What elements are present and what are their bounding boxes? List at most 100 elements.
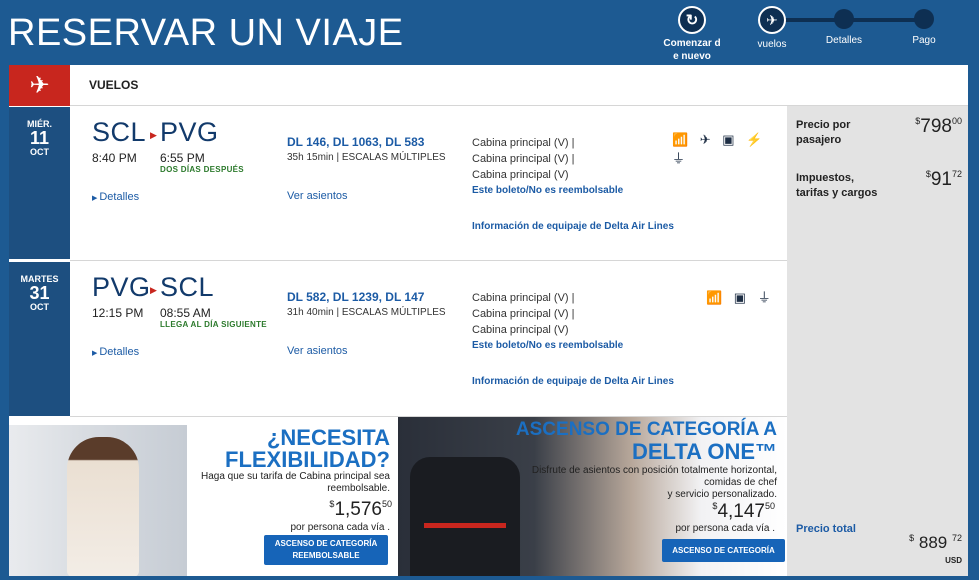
depart-time: 8:40 PM: [92, 151, 137, 165]
promo-title-line: ¿NECESITA: [266, 425, 390, 450]
price-cents: 50: [381, 499, 392, 509]
step-payment: Pago: [894, 6, 954, 46]
traveler-figure: [67, 437, 139, 576]
stops: ESCALAS MÚLTIPLES: [341, 152, 446, 163]
seat-trim: [424, 523, 506, 528]
promo-text-line: Haga que su tarifa de Cabina principal s…: [200, 471, 390, 482]
label-line: tarifas y cargos: [796, 187, 878, 199]
restart-label-2: e nuevo: [673, 51, 711, 62]
price-whole: 1,576: [334, 499, 382, 520]
step-flights: ✈ vuelos: [742, 6, 802, 50]
arrive-note: LLEGA AL DÍA SIGUIENTE: [160, 320, 267, 329]
promo-description: Disfrute de asientos con posición totalm…: [532, 465, 777, 501]
traveler-photo: [9, 425, 187, 576]
restart-icon: ↻: [678, 6, 706, 34]
restart-label: Comenzar d: [663, 38, 721, 49]
refund-policy-link[interactable]: Este boleto/No es reembolsable: [472, 340, 623, 351]
cabin-list: Cabina principal (V) | Cabina principal …: [472, 135, 575, 183]
section-title: VUELOS: [89, 78, 139, 92]
seat-photo: [410, 457, 520, 576]
total-price: $ 889 72: [909, 533, 962, 553]
promo-price: $1,57650: [329, 499, 392, 521]
step-label: vuelos: [757, 39, 787, 50]
date-badge-return: MARTES 31 OCT: [9, 262, 70, 416]
promo-title: ¿NECESITA FLEXIBILIDAD?: [225, 427, 390, 471]
restart-button[interactable]: ↻ Comenzar d e nuevo: [655, 6, 729, 63]
duration: 31h 40min: [287, 307, 334, 318]
price-cents: 72: [951, 169, 962, 179]
promo-text-line: reembolsable.: [327, 483, 390, 494]
trip-panel: ✈ VUELOS MIÉR. 11 OCT SCL ▶ PVG 8:40 PM …: [9, 65, 968, 576]
price-per-passenger-label: Precio por pasajero: [796, 118, 850, 148]
promo-flexibility: ¿NECESITA FLEXIBILIDAD? Haga que su tari…: [9, 417, 398, 576]
price-whole: 4,147: [717, 501, 765, 522]
cabin-class: Cabina principal (V) |: [472, 292, 575, 304]
origin-code: PVG: [92, 272, 151, 302]
date-day: 31: [29, 283, 50, 303]
route-arrow-icon: ▶: [150, 130, 157, 140]
cabin-list: Cabina principal (V) | Cabina principal …: [472, 290, 575, 338]
price-summary: Precio por pasajero $79800 Impuestos, ta…: [787, 106, 968, 576]
view-seats-link[interactable]: Ver asientos: [287, 190, 348, 202]
price-cents: 50: [764, 501, 775, 511]
promo-title-line: ASCENSO DE CATEGORÍA A: [515, 419, 777, 440]
amenity-icons: 📶 ✈ ▣ ⚡ ⏚: [672, 132, 767, 166]
airplane-icon: ✈: [758, 6, 786, 34]
total-price-label: Precio total: [796, 523, 856, 535]
promo-title-line: DELTA ONE™: [631, 439, 777, 464]
duration-stops: 31h 40min | ESCALAS MÚLTIPLES: [287, 307, 446, 318]
flight-row-outbound: SCL ▶ PVG 8:40 PM 6:55 PM DOS DÍAS DESPU…: [70, 107, 787, 261]
promo-text-line: Disfrute de asientos con posición totalm…: [531, 465, 777, 476]
flight-numbers-link[interactable]: DL 582, DL 1239, DL 147: [287, 290, 424, 304]
price-cents: 00: [951, 116, 962, 126]
price-per-passenger: $79800: [915, 116, 962, 138]
section-header: ✈ VUELOS: [9, 65, 968, 106]
view-seats-link[interactable]: Ver asientos: [287, 345, 348, 357]
price-cents: 72: [951, 533, 962, 543]
promo-per-person: por persona cada vía .: [290, 522, 390, 533]
arrive-time: 6:55 PM: [160, 151, 205, 165]
step-label: Detalles: [825, 35, 863, 46]
upgrade-delta-one-button[interactable]: ASCENSO DE CATEGORÍA: [662, 539, 785, 562]
cabin-class: Cabina principal (V) |: [472, 153, 575, 165]
origin-code: SCL: [92, 117, 147, 147]
promo-delta-one: ASCENSO DE CATEGORÍA A DELTA ONE™ Disfru…: [398, 417, 787, 576]
details-link-label: Detalles: [99, 191, 140, 203]
destination-code: SCL: [160, 272, 215, 302]
date-badge-outbound: MIÉR. 11 OCT: [9, 107, 70, 259]
cabin-class: Cabina principal (V): [472, 324, 569, 336]
currency-code: USD: [945, 556, 962, 565]
duration-stops: 35h 15min | ESCALAS MÚLTIPLES: [287, 152, 446, 163]
cabin-class: Cabina principal (V): [472, 169, 569, 181]
promo-title: ASCENSO DE CATEGORÍA A DELTA ONE™: [516, 419, 777, 463]
details-link[interactable]: ▶ Detalles: [92, 191, 139, 203]
upgrade-refundable-button[interactable]: ASCENSO DE CATEGORÍA REEMBOLSABLE: [264, 535, 388, 565]
duration: 35h 15min: [287, 152, 334, 163]
route-arrow-icon: ▶: [150, 285, 157, 295]
destination-code: PVG: [160, 117, 219, 147]
depart-time: 12:15 PM: [92, 306, 144, 320]
promo-text-line: comidas de chef: [704, 477, 777, 488]
airplane-icon: ✈: [9, 65, 70, 106]
taxes-label: Impuestos, tarifas y cargos: [796, 171, 877, 201]
step-details: Detalles: [814, 6, 874, 46]
step-label: Pago: [912, 35, 936, 46]
price-whole: 91: [930, 169, 952, 190]
taxes-amount: $9172: [926, 169, 962, 191]
date-day: 11: [29, 128, 50, 148]
date-month: OCT: [30, 302, 49, 312]
currency-symbol: $: [909, 533, 915, 543]
promo-title-line: FLEXIBILIDAD?: [225, 447, 390, 472]
promo-text-line: y servicio personalizado.: [667, 489, 778, 500]
promo-description: Haga que su tarifa de Cabina principal s…: [201, 471, 390, 495]
arrive-time: 08:55 AM: [160, 306, 211, 320]
step-dot: [834, 9, 854, 29]
flight-numbers-link[interactable]: DL 146, DL 1063, DL 583: [287, 135, 424, 149]
baggage-info-link[interactable]: Información de equipaje de Delta Air Lin…: [472, 376, 674, 387]
label-line: Impuestos,: [796, 172, 855, 184]
refund-policy-link[interactable]: Este boleto/No es reembolsable: [472, 185, 623, 196]
baggage-info-link[interactable]: Información de equipaje de Delta Air Lin…: [472, 221, 674, 232]
details-link[interactable]: ▶ Detalles: [92, 346, 139, 358]
flight-row-return: PVG ▶ SCL 12:15 PM 08:55 AM LLEGA AL DÍA…: [70, 262, 787, 417]
page-title: RESERVAR UN VIAJE: [8, 12, 404, 54]
